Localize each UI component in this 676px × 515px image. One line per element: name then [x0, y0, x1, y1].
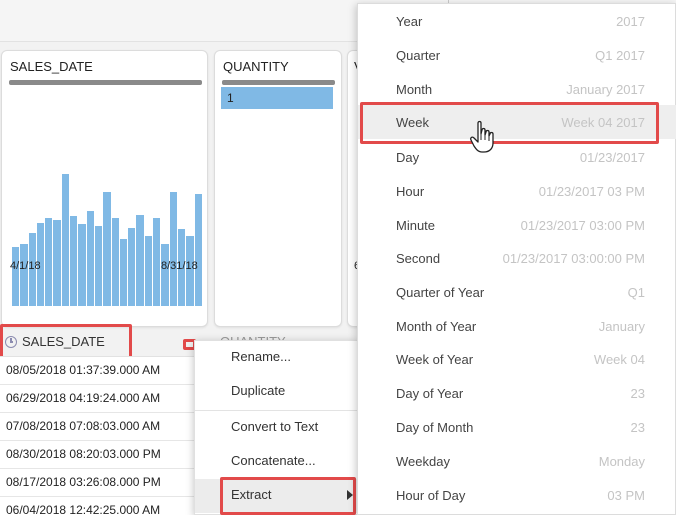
- histogram-axis-start: 4/1/18: [10, 260, 41, 272]
- histogram-bar: [78, 224, 86, 306]
- table-row[interactable]: 07/08/2018 07:08:03.000 AM: [0, 413, 196, 441]
- histogram-bar: [12, 247, 20, 306]
- submenu-item-label: Day: [396, 149, 420, 165]
- table-row[interactable]: 06/29/2018 04:19:24.000 AM: [0, 385, 196, 413]
- submenu-item-label: Hour: [396, 183, 425, 199]
- submenu-item-example: January: [598, 318, 645, 334]
- menu-item-rename[interactable]: Rename...: [195, 341, 359, 375]
- highlight-box-week: [360, 102, 659, 144]
- submenu-item-hour[interactable]: Hour 01/23/2017 03 PM: [358, 174, 676, 208]
- table-row[interactable]: 08/05/2018 01:37:39.000 AM: [0, 357, 196, 385]
- histogram-bar: [144, 236, 153, 306]
- submenu-item-label: Year: [396, 13, 423, 29]
- menu-item-concatenate[interactable]: Concatenate...: [195, 445, 359, 479]
- submenu-item-label: Month: [396, 81, 433, 97]
- histogram-bar: [70, 216, 78, 306]
- histogram-bar: [128, 228, 136, 306]
- submenu-item-label: Quarter of Year: [396, 284, 485, 300]
- submenu-item-hour-of-day[interactable]: Hour of Day 03 PM: [358, 478, 676, 512]
- histogram-bar: [94, 226, 103, 306]
- submenu-item-day-of-month[interactable]: Day of Month 23: [358, 410, 676, 444]
- clock-icon: [5, 335, 17, 348]
- submenu-item-label: Weekday: [396, 453, 450, 469]
- histogram-bar: [161, 244, 169, 306]
- submenu-item-label: Minute: [396, 217, 436, 233]
- column-header-label: SALES_DATE: [22, 334, 105, 349]
- submenu-item-day[interactable]: Day 01/23/2017: [358, 140, 676, 174]
- histogram-bar: [45, 218, 53, 306]
- submenu-item-year[interactable]: Year 2017: [358, 4, 676, 38]
- histogram-bar: [61, 174, 70, 306]
- submenu-item-quarter-of-year[interactable]: Quarter of Year Q1: [358, 275, 676, 309]
- histogram-bar: [136, 215, 144, 306]
- histogram-bar: [194, 194, 202, 306]
- table-row[interactable]: 06/04/2018 12:42:25.000 AM: [0, 497, 196, 515]
- submenu-item-label: Day of Month: [396, 419, 474, 435]
- histogram-bar: [153, 218, 161, 306]
- submenu-item-day-of-year[interactable]: Day of Year 23: [358, 376, 676, 410]
- submenu-item-label: Second: [396, 250, 441, 266]
- submenu-item-label: Month of Year: [396, 318, 477, 334]
- column-header-sales-date[interactable]: SALES_DATE: [5, 334, 105, 349]
- extract-submenu: Year 2017 Quarter Q1 2017 Month January …: [357, 3, 676, 515]
- histogram-axis-end: 8/31/18: [161, 260, 198, 272]
- menu-item-convert-to-text[interactable]: Convert to Text: [195, 411, 359, 445]
- submenu-item-label: Hour of Day: [396, 487, 466, 503]
- highlight-box-extract: [220, 477, 356, 515]
- histogram-chart: [12, 143, 202, 306]
- submenu-item-example: 23: [630, 385, 645, 401]
- submenu-item-example: Q1: [627, 284, 645, 300]
- submenu-item-minute[interactable]: Minute 01/23/2017 03:00 PM: [358, 208, 676, 242]
- submenu-item-example: Q1 2017: [595, 47, 645, 63]
- submenu-item-month[interactable]: Month January 2017: [358, 72, 676, 106]
- table-row[interactable]: 08/17/2018 03:26:08.000 PM: [0, 469, 196, 497]
- profile-card-underline: [9, 80, 202, 85]
- histogram-bar: [86, 211, 94, 306]
- submenu-item-example: Monday: [598, 453, 645, 469]
- submenu-item-example: 01/23/2017 03:00:00 PM: [502, 250, 645, 266]
- profile-card-title: SALES_DATE: [10, 59, 93, 74]
- submenu-item-label: Quarter: [396, 47, 441, 63]
- submenu-item-second[interactable]: Second 01/23/2017 03:00:00 PM: [358, 241, 676, 275]
- submenu-item-week-of-year[interactable]: Week of Year Week 04: [358, 342, 676, 376]
- submenu-item-example: 03 PM: [607, 487, 645, 503]
- submenu-item-example: 23: [630, 419, 645, 435]
- histogram-bar: [119, 239, 128, 306]
- histogram-bar: [53, 220, 61, 306]
- histogram-bar: [169, 192, 177, 306]
- data-table: 08/05/2018 01:37:39.000 AM 06/29/2018 04…: [0, 356, 196, 515]
- submenu-item-example: 2017: [616, 13, 645, 29]
- submenu-item-example: January 2017: [566, 81, 645, 97]
- submenu-item-example: Week 04: [593, 351, 645, 367]
- submenu-item-example: 01/23/2017 03 PM: [538, 183, 645, 199]
- profile-card-underline: [222, 80, 335, 85]
- histogram-bar: [20, 244, 28, 306]
- submenu-item-example: 01/23/2017: [579, 149, 645, 165]
- histogram-bar: [111, 218, 119, 306]
- profile-card-sales-date[interactable]: SALES_DATE 4/1/18 8/31/18: [1, 50, 208, 327]
- submenu-item-month-of-year[interactable]: Month of Year January: [358, 309, 676, 343]
- quantity-value-bar: 1: [221, 87, 333, 109]
- profile-card-title: QUANTITY: [223, 59, 289, 74]
- submenu-item-weekday[interactable]: Weekday Monday: [358, 444, 676, 478]
- histogram-bar: [103, 192, 111, 306]
- submenu-item-example: 01/23/2017 03:00 PM: [520, 217, 645, 233]
- submenu-item-label: Day of Year: [396, 385, 464, 401]
- submenu-item-quarter[interactable]: Quarter Q1 2017: [358, 38, 676, 72]
- menu-item-duplicate[interactable]: Duplicate: [195, 375, 359, 409]
- submenu-item-label: Week of Year: [396, 351, 474, 367]
- table-row[interactable]: 08/30/2018 08:20:03.000 PM: [0, 441, 196, 469]
- pointer-hand-icon: [470, 120, 494, 153]
